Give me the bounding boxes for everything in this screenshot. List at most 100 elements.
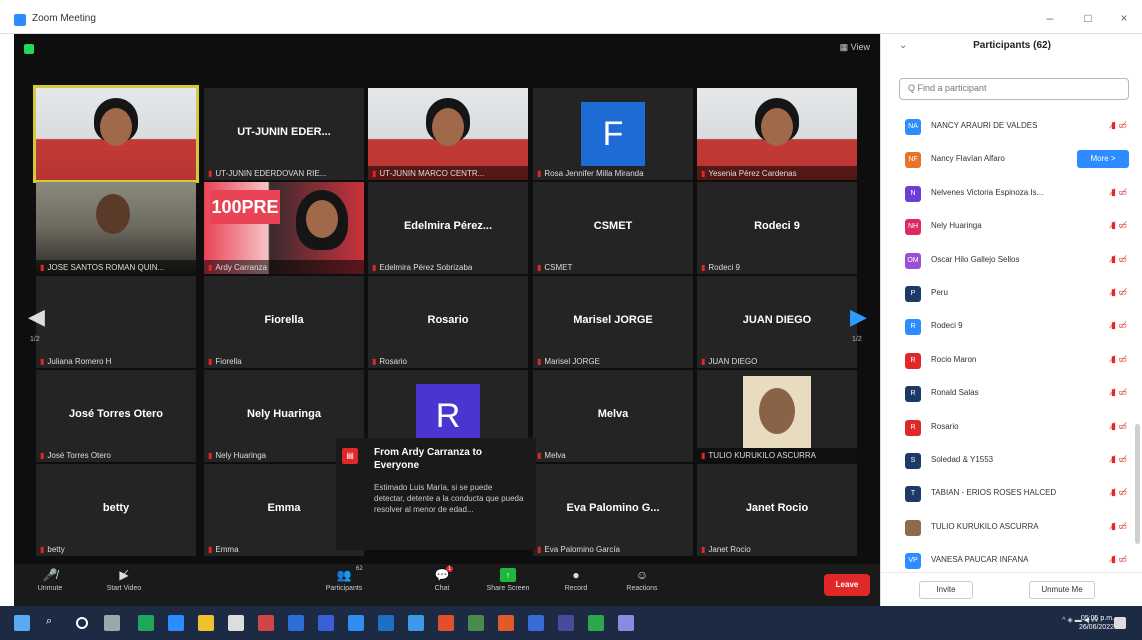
microphone-muted-icon: ▮̸ [1111, 120, 1116, 130]
participant-tile[interactable]: José Torres Otero ▮ José Torres Otero [36, 370, 196, 462]
record-button[interactable]: ● Record [546, 568, 606, 592]
microphone-muted-icon: ▮̸ [1111, 520, 1116, 531]
profile-photo [743, 376, 811, 448]
close-icon[interactable]: × [1114, 10, 1134, 26]
camera-off-icon: ▭̸ [1118, 220, 1127, 231]
participant-row[interactable]: NA NANCY ARAURI DE VALDES ▮̸ ▭̸ [899, 110, 1135, 143]
participant-name: Soledad & Y1553 [931, 454, 994, 464]
powerpoint-icon[interactable] [378, 615, 394, 631]
panel-scrollbar[interactable] [1135, 424, 1140, 544]
clock[interactable]: 05:05 p.m. 26/06/2022 [1079, 614, 1114, 632]
participant-tile[interactable]: Fiorella ▮ Fiorella [204, 276, 364, 368]
participant-row[interactable]: TULIO KURUKILO ASCURRA ▮̸ ▭̸ [899, 511, 1135, 544]
participant-display-name: Eva Palomino G... [566, 502, 660, 514]
camera-off-icon: ▭̸ [1118, 387, 1127, 398]
whatsapp-icon[interactable] [588, 615, 604, 631]
browser-icon[interactable] [348, 615, 364, 631]
cortana-icon[interactable] [76, 617, 88, 629]
participant-row[interactable]: R Rocio Maron ▮̸ ▭̸ [899, 344, 1135, 377]
participant-row[interactable]: OM Oscar Hilo Gallejo Sellos ▮̸ ▭̸ [899, 244, 1135, 277]
firefox-icon[interactable] [438, 615, 454, 631]
participant-name-tag: ▮ Ardy Carranza [208, 263, 360, 272]
mail-icon[interactable] [408, 615, 424, 631]
person-video [100, 108, 132, 146]
start-video-button[interactable]: ▶̸ Start Video [94, 568, 154, 592]
zoom-taskbar-icon[interactable] [528, 615, 544, 631]
start-icon[interactable] [14, 615, 30, 631]
leave-button[interactable]: Leave [824, 574, 870, 596]
participant-row[interactable]: R Ronald Salas ▮̸ ▭̸ [899, 377, 1135, 410]
participant-tile[interactable]: betty ▮ betty [36, 464, 196, 556]
participant-tile[interactable]: Eva Palomino G... ▮ Eva Palomino García [533, 464, 693, 556]
teams-icon[interactable] [558, 615, 574, 631]
outlook-icon[interactable] [318, 615, 334, 631]
participant-row[interactable]: NH Nely Huaringa ▮̸ ▭̸ [899, 210, 1135, 243]
participant-avatar: T [905, 486, 921, 503]
microphone-muted-icon: ▮ [701, 545, 706, 554]
participant-row[interactable]: R Rosario ▮̸ ▭̸ [899, 411, 1135, 444]
participant-tile[interactable]: JUAN DIEGO ▮ JUAN DIEGO [697, 276, 857, 368]
file-explorer-icon[interactable] [198, 615, 214, 631]
search-icon[interactable]: ⌕ [46, 615, 62, 631]
next-page-icon[interactable]: ▶ [850, 304, 867, 330]
participant-tile[interactable]: ▮ JOSE SANTOS ROMAN QUIN... [36, 182, 196, 274]
microphone-muted-icon: ▮̸ [1111, 453, 1116, 464]
minimize-icon[interactable]: – [1040, 10, 1060, 26]
security-shield-icon[interactable] [24, 44, 34, 54]
participant-tile[interactable]: Marisel JORGE ▮ Marisel JORGE [533, 276, 693, 368]
participant-tile[interactable]: ▮ UT-JUNIN MARCO CENTR... [368, 88, 528, 180]
participant-tile[interactable] [33, 85, 199, 183]
reactions-button[interactable]: ☺ Reactions [612, 568, 672, 592]
participants-button[interactable]: 👥 62 Participants [314, 566, 374, 592]
camera-off-icon: ▭̸ [1118, 487, 1127, 498]
participant-row[interactable]: S Soledad & Y1553 ▮̸ ▭̸ [899, 444, 1135, 477]
camera-off-icon: ▭̸ [1118, 320, 1127, 331]
share-screen-icon: ↑ [500, 568, 516, 582]
task-view-icon[interactable] [104, 615, 120, 631]
participant-search-input[interactable]: Q Find a participant [899, 78, 1129, 100]
notification-icon[interactable] [1114, 617, 1126, 629]
app-icon[interactable] [258, 615, 274, 631]
participant-row[interactable]: NF Nancy Flavían Alfaro More > [899, 143, 1135, 176]
unmute-button[interactable]: 🎤̸ Unmute [20, 568, 80, 592]
excel-icon[interactable] [138, 615, 154, 631]
chat-notification[interactable]: ▤ From Ardy Carranza to Everyone Estimad… [336, 438, 536, 550]
unmute-me-button[interactable]: Unmute Me [1029, 581, 1095, 599]
photos-icon[interactable] [468, 615, 484, 631]
participant-tile[interactable]: ▮ Juliana Romero H [36, 276, 196, 368]
participant-tile[interactable]: Rosario ▮ Rosario [368, 276, 528, 368]
participant-tile[interactable]: Melva ▮ Melva [533, 370, 693, 462]
participant-tile[interactable]: 100PRE ▮ Ardy Carranza [204, 182, 364, 274]
previous-page-icon[interactable]: ◀ [28, 304, 45, 330]
camera-off-icon: ▭̸ [1118, 253, 1127, 264]
participant-list: NA NANCY ARAURI DE VALDES ▮̸ ▭̸ NF Nancy Fla… [899, 110, 1135, 577]
maximize-icon[interactable]: □ [1078, 10, 1098, 26]
participant-tag-text: Nely Huaringa [215, 451, 267, 460]
participant-tile[interactable]: F ▮ Rosa Jennifer Milla Miranda [533, 88, 693, 180]
share-screen-button[interactable]: ↑ Share Screen [478, 568, 538, 592]
participant-row[interactable]: R Rodeci 9 ▮̸ ▭̸ [899, 310, 1135, 343]
participant-tile[interactable]: CSMET ▮ CSMET [533, 182, 693, 274]
invite-button[interactable]: Invite [919, 581, 973, 599]
office-icon[interactable] [498, 615, 514, 631]
media-icon[interactable] [618, 615, 634, 631]
edge-icon[interactable] [168, 615, 184, 631]
participant-name: Ronald Salas [931, 388, 979, 398]
participant-tile[interactable]: Janet Rocio ▮ Janet Rocio [697, 464, 857, 556]
participant-row[interactable]: N Nelvenes Victoria Espinoza Is... ▮̸ ▭̸ [899, 177, 1135, 210]
participant-tile[interactable]: ▮ TULIO KURUKILO ASCURRA [697, 370, 857, 462]
microphone-muted-icon: ▮ [208, 263, 213, 272]
participant-tile[interactable]: UT-JUNIN EDER... ▮ UT-JUNIN EDERDOVAN RIE.… [204, 88, 364, 180]
microphone-muted-icon: ▮ [537, 263, 542, 272]
participant-row[interactable]: T TABIAN - ERIOS ROSES HALCED ▮̸ ▭̸ [899, 477, 1135, 510]
more-button[interactable]: More > [1077, 150, 1129, 169]
participant-tile[interactable]: Edelmira Pérez... ▮ Edelmira Pérez Sobriza… [368, 182, 528, 274]
participant-name: NANCY ARAURI DE VALDES [931, 121, 1038, 130]
participant-row[interactable]: P Peru ▮̸ ▭̸ [899, 277, 1135, 310]
participant-tile[interactable]: Rodeci 9 ▮ Rodeci 9 [697, 182, 857, 274]
participant-tile[interactable]: ▮ Yesenia Pérez Cardenas [697, 88, 857, 180]
word-icon[interactable] [288, 615, 304, 631]
view-button[interactable]: ▦ View [840, 42, 870, 53]
store-icon[interactable] [228, 615, 244, 631]
chat-button[interactable]: 💬 1 Chat [412, 566, 472, 592]
